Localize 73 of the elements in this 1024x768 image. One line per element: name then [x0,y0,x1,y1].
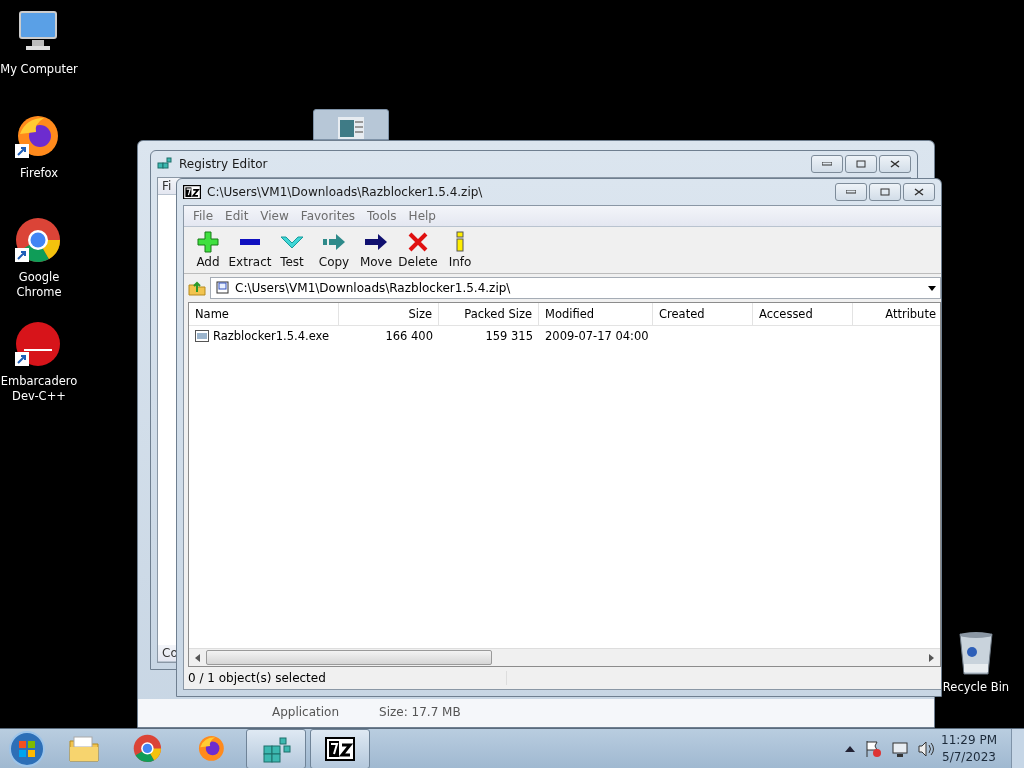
address-field[interactable]: C:\Users\VM1\Downloads\Razblocker1.5.4.zip\ [210,277,941,299]
column-header[interactable]: Packed Size [439,303,539,325]
close-button[interactable] [879,155,911,173]
close-icon [890,160,900,168]
close-button[interactable] [903,183,935,201]
minimize-button[interactable] [835,183,867,201]
arrow-right-icon [322,231,346,253]
column-header[interactable]: Created [653,303,753,325]
toolbar-button[interactable]: Add [188,231,228,269]
table-cell[interactable]: Razblocker1.5.4.exe [189,326,339,346]
window-title: C:\Users\VM1\Downloads\Razblocker1.5.4.zip\ [207,185,484,199]
scroll-right-icon[interactable] [929,653,934,662]
chrome-icon [132,733,164,765]
dropdown-arrow-icon [928,285,936,291]
scroll-left-icon[interactable] [195,653,200,662]
table-cell-text: 159 315 [484,328,534,345]
exe-file-icon [195,330,209,342]
flag-icon[interactable] [865,740,883,758]
toolbar-button[interactable]: Move [356,231,396,269]
toolbar-button[interactable]: Info [440,231,480,269]
speaker-icon[interactable] [917,740,935,758]
toolbar-button[interactable]: Test [272,231,312,269]
desktop-icon-label: Firefox [19,166,59,181]
maximize-icon [880,188,890,196]
status-text: 0 / 1 object(s) selected [184,671,507,685]
plus-icon [196,231,220,253]
recycle-bin-icon [956,630,996,676]
item-type: Application [272,705,340,719]
toolbar-button[interactable]: Copy [314,231,354,269]
column-header[interactable]: Accessed [753,303,853,325]
menu-item[interactable]: Favorites [295,207,361,225]
window-preview[interactable] [313,109,389,140]
archive-app-icon [325,737,355,761]
taskbar-button[interactable] [310,729,370,768]
toolbar-button[interactable]: Extract [230,231,270,269]
item-size: Size: 17.7 MB [379,705,461,719]
minimize-icon [822,162,832,166]
column-header[interactable]: Attribute [853,303,940,325]
archive-icon [215,281,229,295]
minimize-icon [846,190,856,194]
desktop-icon-label: Google Chrome [15,270,63,300]
clock[interactable]: 11:29 PM 5/7/2023 [935,732,1011,766]
folder-icon [68,735,100,763]
desktop-icon-label: My Computer [0,62,78,77]
table-cell-text: 166 400 [384,328,434,345]
maximize-icon [856,160,866,168]
table-cell-text: 2009-07-17 04:00 [544,328,650,345]
column-header[interactable]: Name [189,303,339,325]
menu-item[interactable]: Help [403,207,441,225]
cubes-icon [157,156,173,172]
archive-app-icon [183,184,201,200]
column-header[interactable]: Size [339,303,439,325]
folder-up-icon[interactable] [188,280,206,296]
show-desktop-button[interactable] [1011,729,1024,768]
close-icon [914,188,924,196]
menu-item[interactable]: View [255,207,294,225]
close-icon [406,231,430,253]
menu-item[interactable]: Fi [162,179,172,193]
desktop-icon-label: Recycle Bin [942,680,1010,695]
desktop-icon-label: Embarcadero Dev-C++ [0,374,78,404]
column-header[interactable]: Modified [539,303,653,325]
toolbar-button[interactable]: Delete [398,231,438,269]
minus-icon [240,239,260,245]
network-icon[interactable] [891,740,909,758]
arrow-right-icon [364,231,388,253]
cubes-icon [260,734,292,764]
show-hidden-icons-icon[interactable] [845,746,855,752]
scrollbar-thumb[interactable] [206,650,492,665]
window-title: Registry Editor [179,157,269,171]
menu-item[interactable]: Tools [362,207,402,225]
menu-item[interactable]: File [188,207,219,225]
menu-item[interactable]: Edit [220,207,254,225]
minimize-button[interactable] [811,155,843,173]
